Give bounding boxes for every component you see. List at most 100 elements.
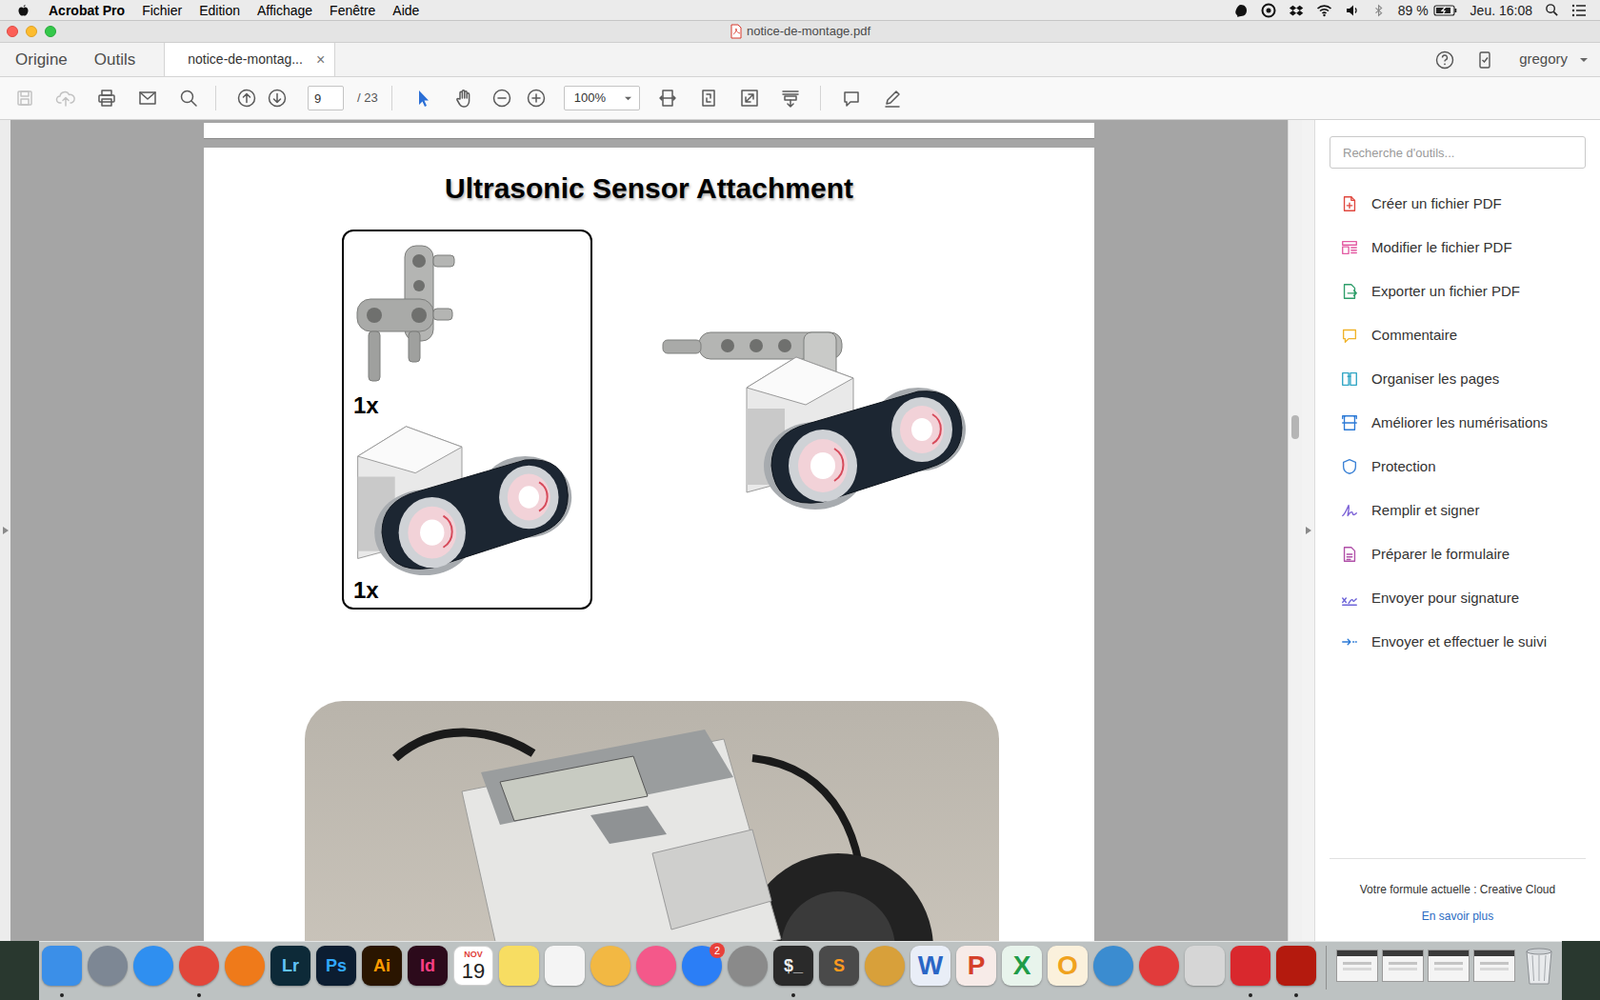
app-tile[interactable] [179,945,220,986]
tool-label[interactable]: Commentaire [1371,324,1458,347]
battery-icon[interactable] [1433,3,1459,18]
app-tile[interactable]: Id [407,945,448,986]
comment-button[interactable] [831,81,873,115]
dock-app[interactable] [1230,945,1271,998]
dock-app[interactable]: S [819,945,860,998]
print-button[interactable] [85,81,127,115]
tab-label[interactable]: notice-de-montag... [187,49,303,70]
tool-item[interactable]: Exporter un fichier PDF [1315,269,1600,314]
dock-app[interactable]: X [1001,945,1042,998]
left-pane-toggle[interactable] [0,120,11,941]
tool-item[interactable]: Envoyer pour signature [1315,576,1600,620]
document-view[interactable]: Ultrasonic Sensor Attachment1x1x [10,120,1288,941]
dock-app[interactable]: 2 [681,945,722,998]
tool-label[interactable]: Exporter un fichier PDF [1371,280,1520,303]
document-tab[interactable]: notice-de-montag... × [163,42,336,77]
app-tile[interactable] [1184,945,1225,986]
learn-more-link[interactable]: En savoir plus [1421,908,1494,924]
tab-close-button[interactable]: × [316,52,325,68]
minimized-window[interactable] [1381,949,1424,982]
tool-item[interactable]: Commentaire [1315,313,1600,358]
creative-cloud-icon[interactable] [1260,2,1277,19]
zoom-button[interactable] [44,25,57,38]
tool-item[interactable]: Envoyer et effectuer le suivi [1315,620,1600,664]
dock-app[interactable]: Id [407,945,448,998]
vertical-scrollbar[interactable] [1287,120,1302,941]
app-tile[interactable] [87,945,128,986]
dock-app[interactable]: W [910,945,951,998]
right-pane-toggle[interactable] [1301,120,1315,941]
menu-item[interactable]: Edition [190,3,249,18]
caret-down-icon[interactable] [1579,56,1589,64]
help-icon[interactable] [1435,50,1455,70]
zoom-value[interactable]: 100% [574,88,606,108]
nav-link[interactable]: Origine [0,42,68,77]
scroll-thumb[interactable] [1291,415,1300,440]
dropbox-icon[interactable] [1288,2,1304,19]
dock-app[interactable] [864,945,905,998]
tool-label[interactable]: Organiser les pages [1371,368,1500,391]
minimized-window[interactable] [1473,949,1516,982]
pen-button[interactable] [872,81,914,115]
notification-icon[interactable] [1571,2,1587,19]
zoomout-button[interactable] [484,81,520,115]
zoom-dropdown[interactable]: 100% [563,85,640,111]
apple-icon[interactable] [16,2,31,18]
minimized-window[interactable] [1427,949,1470,982]
volume-icon[interactable] [1344,2,1360,19]
tool-label[interactable]: Améliorer les numérisations [1371,412,1548,435]
dock-app[interactable]: P [956,945,997,998]
dock-app[interactable] [544,945,585,998]
app-menu[interactable]: Acrobat Pro [48,3,125,18]
app-tile[interactable] [499,945,540,986]
fitwidth-button[interactable] [647,81,689,115]
app-tile[interactable] [864,945,905,986]
app-tile[interactable]: Ai [361,945,402,986]
zoomin-button[interactable] [519,81,554,115]
spotlight-icon[interactable] [1544,2,1560,18]
tool-label[interactable]: Protection [1371,456,1437,479]
dock-app[interactable]: NOV19 [453,945,494,998]
scroll-button[interactable] [770,81,812,115]
menu-item[interactable]: Fenêtre [320,3,384,18]
fullscreen-button[interactable] [729,81,771,115]
app-tile[interactable] [544,945,585,986]
fitpage-button[interactable] [688,81,730,115]
dock-app[interactable] [1184,945,1225,998]
app-tile[interactable] [224,945,265,986]
tool-item[interactable]: Améliorer les numérisations [1315,400,1600,445]
tools-search-field[interactable] [1329,136,1586,169]
tool-label[interactable]: Préparer le formulaire [1371,543,1510,566]
tool-item[interactable]: Protection [1315,444,1600,489]
minimize-button[interactable] [25,25,38,38]
menu-item[interactable]: Fichier [133,3,191,18]
dock-app[interactable] [727,945,768,998]
dock-app[interactable]: $_ [773,945,814,998]
dock-app[interactable] [41,945,82,998]
prev-button[interactable] [231,81,262,115]
page-number-field[interactable] [307,85,344,111]
close-button[interactable] [6,25,19,38]
app-tile[interactable] [1093,945,1134,986]
app-tile[interactable]: X [1001,945,1042,986]
clock[interactable]: Jeu. 16:08 [1470,3,1533,18]
tool-item[interactable]: Remplir et signer [1315,488,1600,533]
dock-app[interactable] [1093,945,1134,998]
app-tile[interactable]: W [910,945,951,986]
dock-app[interactable] [87,945,128,998]
menu-item[interactable]: Affichage [248,3,321,18]
dock-app[interactable]: Ai [361,945,402,998]
tool-label[interactable]: Modifier le fichier PDF [1371,237,1513,260]
tool-label[interactable]: Créer un fichier PDF [1371,193,1502,216]
trash-icon[interactable] [1519,945,1560,986]
dock-app[interactable]: Ps [316,945,357,998]
menu-item[interactable]: Aide [383,3,428,18]
wifi-icon[interactable] [1316,2,1333,19]
mail-button[interactable] [126,81,168,115]
upload-button[interactable] [44,81,86,115]
status-blob-icon[interactable] [1233,2,1249,19]
select-button[interactable] [402,81,444,115]
app-tile[interactable]: O [1047,945,1088,986]
dock-app[interactable] [499,945,540,998]
bluetooth-icon[interactable] [1372,2,1386,19]
